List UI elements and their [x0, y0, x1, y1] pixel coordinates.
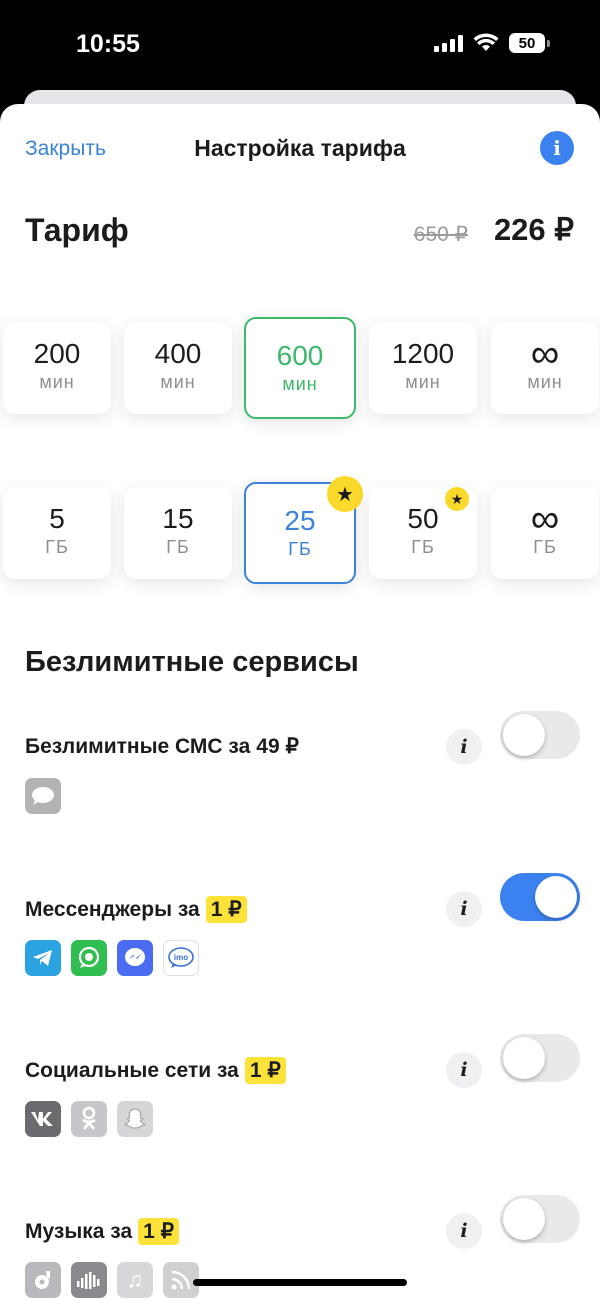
minutes-option-400[interactable]: 400 мин — [124, 322, 232, 414]
service-music-toggle[interactable] — [500, 1195, 580, 1243]
minutes-option-600[interactable]: 600 мин — [244, 317, 356, 419]
service-social: Социальные сети за 1 ₽ i — [0, 1034, 600, 1167]
service-title-text: Мессенджеры за — [25, 897, 200, 921]
sms-icon — [25, 778, 61, 814]
service-info-button[interactable]: i — [446, 891, 482, 927]
data-options: 5 ГБ 15 ГБ 25 ГБ ★ 50 ГБ ★ ∞ ГБ — [0, 476, 600, 607]
tariff-label: Тариф — [25, 212, 129, 248]
messenger-icon — [117, 940, 153, 976]
service-messengers: Мессенджеры за 1 ₽ i imo — [0, 873, 600, 1006]
service-title: Безлимитные СМС за 49 ₽ — [25, 734, 299, 759]
service-info-button[interactable]: i — [446, 729, 482, 765]
service-price: 1 ₽ — [244, 1057, 286, 1084]
option-unit: ГБ — [45, 537, 69, 557]
status-time: 10:55 — [76, 30, 140, 58]
minutes-option-unlimited[interactable]: ∞ мин — [491, 322, 599, 414]
option-value: 400 — [154, 338, 202, 369]
svg-text:imo: imo — [174, 953, 188, 962]
podcast-icon — [71, 1262, 107, 1298]
data-option-5[interactable]: 5 ГБ — [3, 487, 111, 579]
service-title-text: Музыка за — [25, 1219, 133, 1243]
service-icons: imo — [25, 940, 199, 976]
service-icons — [25, 778, 61, 814]
vk-icon — [25, 1101, 61, 1137]
odnoklassniki-icon — [71, 1101, 107, 1137]
service-sms-toggle[interactable] — [500, 711, 580, 759]
battery-icon: 50 — [509, 33, 550, 53]
service-title: Мессенджеры за 1 ₽ — [25, 896, 247, 923]
option-value: 600 — [276, 340, 324, 371]
option-unit: мин — [527, 372, 563, 392]
service-messengers-toggle[interactable] — [500, 873, 580, 921]
data-option-15[interactable]: 15 ГБ — [124, 487, 232, 579]
option-unit: ГБ — [411, 537, 435, 557]
minutes-options: 200 мин 400 мин 600 мин 1200 мин ∞ мин — [0, 317, 600, 442]
option-unit: мин — [160, 372, 196, 392]
star-icon: ★ — [327, 476, 363, 512]
music-app-icon — [25, 1262, 61, 1298]
service-title: Музыка за 1 ₽ — [25, 1218, 180, 1245]
service-price: 1 ₽ — [205, 896, 247, 923]
status-bar: 10:55 50 — [0, 0, 600, 90]
tariff-settings-sheet: Закрыть Настройка тарифа i Тариф 650 ₽ 2… — [0, 104, 600, 1300]
option-value: ∞ — [530, 332, 560, 376]
minutes-option-200[interactable]: 200 мин — [3, 322, 111, 414]
option-value: 200 — [33, 338, 81, 369]
service-price: 1 ₽ — [138, 1218, 180, 1245]
service-info-button[interactable]: i — [446, 1213, 482, 1249]
service-price: 49 ₽ — [256, 735, 299, 758]
option-unit: мин — [405, 372, 441, 392]
status-icons: 50 — [434, 33, 550, 53]
option-unit: ГБ — [288, 539, 312, 559]
service-title: Социальные сети за 1 ₽ — [25, 1057, 286, 1084]
service-social-toggle[interactable] — [500, 1034, 580, 1082]
old-price: 650 ₽ — [413, 223, 468, 246]
option-value: ∞ — [530, 497, 560, 541]
whatsapp-icon — [71, 940, 107, 976]
service-icons — [25, 1101, 153, 1137]
battery-level: 50 — [509, 33, 545, 53]
wifi-icon — [473, 33, 499, 51]
option-value: 1200 — [391, 338, 455, 369]
option-unit: мин — [282, 374, 318, 394]
music-note-icon: ♫ — [117, 1262, 153, 1298]
option-value: 5 — [49, 503, 65, 534]
info-icon: i — [553, 136, 561, 160]
snapchat-icon — [117, 1101, 153, 1137]
cellular-signal-icon — [434, 34, 463, 52]
star-icon: ★ — [445, 487, 469, 511]
service-music: Музыка за 1 ₽ i ♫ — [0, 1195, 600, 1300]
home-indicator[interactable] — [193, 1279, 407, 1286]
service-icons: ♫ — [25, 1262, 199, 1298]
minutes-option-1200[interactable]: 1200 мин — [369, 322, 477, 414]
option-unit: ГБ — [166, 537, 190, 557]
telegram-icon — [25, 940, 61, 976]
imo-icon: imo — [163, 940, 199, 976]
service-title-text: Безлимитные СМС за — [25, 734, 251, 758]
page-title: Настройка тарифа — [194, 135, 406, 161]
service-info-button[interactable]: i — [446, 1052, 482, 1088]
new-price: 226 ₽ — [493, 212, 574, 247]
option-unit: ГБ — [533, 537, 557, 557]
info-button[interactable]: i — [540, 131, 574, 165]
data-option-unlimited[interactable]: ∞ ГБ — [491, 487, 599, 579]
section-title: Безлимитные сервисы — [25, 646, 359, 678]
option-unit: мин — [39, 372, 75, 392]
service-sms: Безлимитные СМС за 49 ₽ i — [0, 711, 600, 844]
service-title-text: Социальные сети за — [25, 1058, 239, 1082]
option-value: 15 — [162, 503, 194, 534]
